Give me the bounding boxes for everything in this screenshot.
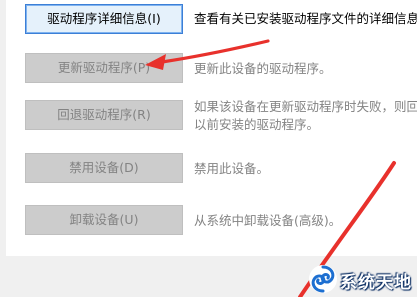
- disable-device-description: 禁用此设备。: [194, 161, 270, 176]
- disable-device-button[interactable]: 禁用设备(D): [25, 153, 183, 183]
- driver-details-description: 查看有关已安装驱动程序文件的详细信息。: [194, 11, 417, 26]
- roll-back-driver-description-line-1: 如果该设备在更新驱动程序时失败，则回退到: [194, 99, 417, 114]
- uninstall-device-description: 从系统中卸载设备(高级)。: [194, 213, 342, 228]
- update-driver-button[interactable]: 更新驱动程序(P): [25, 53, 183, 83]
- watermark-text: 系统天地: [340, 273, 412, 293]
- watermark: 系统天地: [308, 262, 416, 296]
- blue-swirl-logo-icon: [309, 265, 337, 293]
- roll-back-driver-description-line-2: 以前安装的驱动程序。: [194, 117, 320, 132]
- update-driver-description: 更新此设备的驱动程序。: [194, 61, 332, 76]
- uninstall-device-button[interactable]: 卸载设备(U): [25, 205, 183, 235]
- roll-back-driver-button[interactable]: 回退驱动程序(R): [25, 100, 183, 130]
- driver-tab-panel: 驱动程序详细信息(I) 查看有关已安装驱动程序文件的详细信息。 更新驱动程序(P…: [6, 0, 417, 256]
- driver-details-button[interactable]: 驱动程序详细信息(I): [25, 4, 183, 34]
